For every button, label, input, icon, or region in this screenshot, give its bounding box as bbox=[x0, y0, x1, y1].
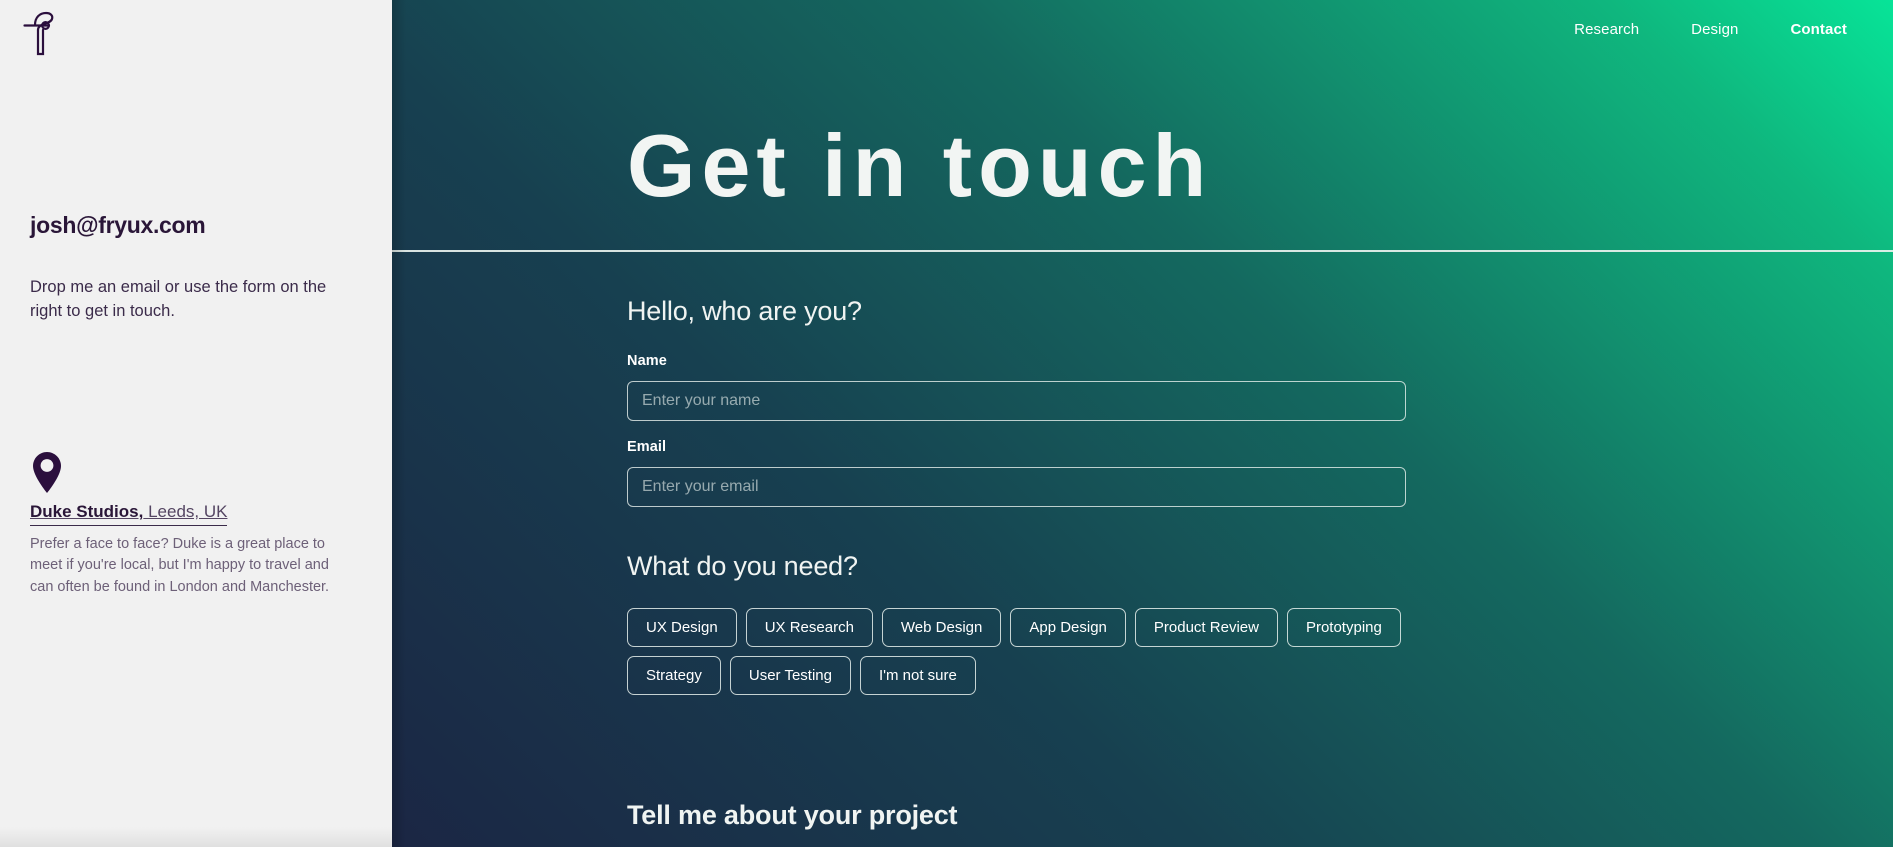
section-title-who-are-you: Hello, who are you? bbox=[627, 296, 862, 326]
address-place: Leeds, UK bbox=[143, 502, 228, 521]
page-title: Get in touch bbox=[627, 116, 1213, 215]
name-input[interactable] bbox=[627, 381, 1406, 421]
name-label: Name bbox=[627, 353, 667, 369]
needs-option-product-review[interactable]: Product Review bbox=[1134, 608, 1278, 647]
email-link[interactable]: josh@fryux.com bbox=[30, 212, 206, 239]
needs-option-user-testing[interactable]: User Testing bbox=[729, 656, 851, 695]
address-venue: Duke Studios, bbox=[30, 502, 144, 521]
nav-item-design[interactable]: Design bbox=[1691, 21, 1738, 38]
needs-options-group: UX Design UX Research Web Design App Des… bbox=[627, 608, 1497, 695]
hero-divider bbox=[392, 250, 1893, 252]
sidebar-intro-text: Drop me an email or use the form on the … bbox=[30, 278, 327, 320]
email-label: Email bbox=[627, 439, 667, 455]
needs-option-ux-design[interactable]: UX Design bbox=[627, 608, 737, 647]
fryux-f-logo-svg bbox=[23, 11, 54, 56]
needs-option-web-design[interactable]: Web Design bbox=[881, 608, 1002, 647]
email-field-group: Email bbox=[627, 439, 1649, 507]
address-note: Prefer a face to face? Duke is a great p… bbox=[30, 536, 330, 595]
needs-option-strategy[interactable]: Strategy bbox=[627, 656, 721, 695]
address-link[interactable]: Duke Studios, Leeds, UK bbox=[30, 502, 228, 526]
nav-item-contact[interactable]: Contact bbox=[1790, 21, 1847, 38]
name-field-group: Name bbox=[627, 353, 1649, 421]
needs-option-im-not-sure[interactable]: I'm not sure bbox=[859, 656, 976, 695]
needs-option-ux-research[interactable]: UX Research bbox=[745, 608, 873, 647]
nav-item-research[interactable]: Research bbox=[1574, 21, 1639, 38]
location-pin-svg bbox=[33, 452, 61, 493]
needs-option-prototyping[interactable]: Prototyping bbox=[1286, 608, 1401, 647]
location-pin-icon bbox=[30, 450, 64, 495]
section-title-tell-me-about-your-project: Tell me about your project bbox=[627, 800, 958, 830]
fryux-f-logo-icon[interactable] bbox=[22, 8, 70, 58]
contact-page: josh@fryux.com Drop me an email or use t… bbox=[0, 0, 1893, 847]
main-content: Research Design Contact Get in touch Hel… bbox=[392, 0, 1893, 847]
needs-option-app-design[interactable]: App Design bbox=[1010, 608, 1126, 647]
sidebar-bottom-fade bbox=[0, 827, 392, 847]
top-navigation: Research Design Contact bbox=[1574, 0, 1893, 58]
sidebar: josh@fryux.com Drop me an email or use t… bbox=[0, 0, 406, 847]
contact-form: Hello, who are you? Name Email What do y… bbox=[627, 296, 1649, 695]
email-input[interactable] bbox=[627, 467, 1406, 507]
section-title-what-do-you-need: What do you need? bbox=[627, 551, 858, 581]
